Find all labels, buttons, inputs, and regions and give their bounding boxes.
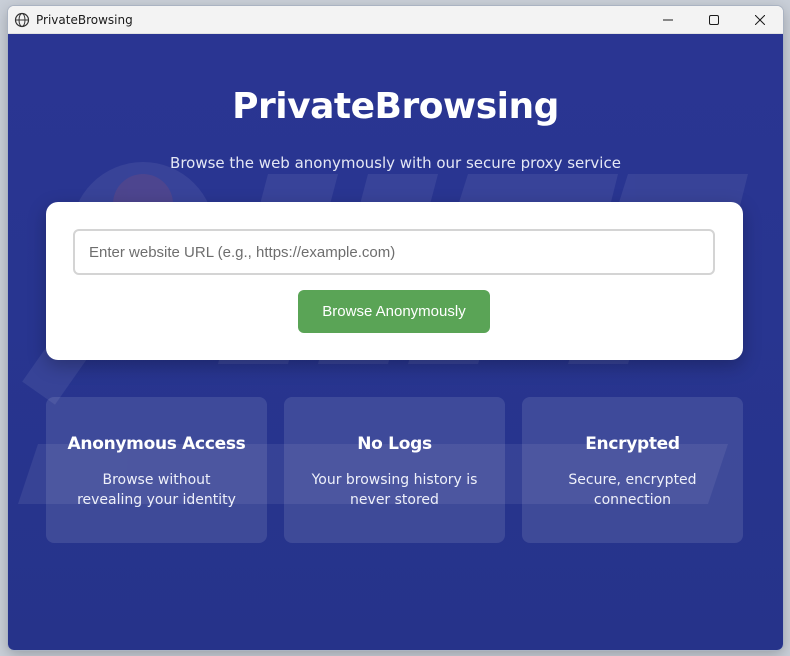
browse-anonymously-button[interactable]: Browse Anonymously [298, 290, 490, 333]
feature-description: Secure, encrypted connection [568, 472, 697, 508]
minimize-button[interactable] [645, 6, 691, 34]
feature-title: No Logs [357, 434, 432, 454]
feature-card-no-logs: No Logs Your browsing history is never s… [284, 397, 505, 543]
title-bar[interactable]: PrivateBrowsing [8, 6, 783, 34]
window-title: PrivateBrowsing [36, 12, 133, 27]
feature-description: Your browsing history is never stored [311, 472, 478, 508]
page-title: PrivateBrowsing [232, 86, 559, 127]
close-button[interactable] [737, 6, 783, 34]
window-controls [645, 6, 783, 34]
app-globe-icon [14, 12, 30, 28]
minimize-icon [663, 19, 673, 21]
app-window: PrivateBrowsing PrivateBrowsing Browse t… [8, 6, 783, 650]
page-subtitle: Browse the web anonymously with our secu… [170, 154, 621, 172]
close-icon [755, 15, 765, 25]
feature-title: Anonymous Access [67, 434, 246, 454]
url-card: Browse Anonymously [46, 202, 743, 360]
feature-description: Browse without revealing your identity [77, 472, 236, 508]
feature-card-encrypted: Encrypted Secure, encrypted connection [522, 397, 743, 543]
maximize-button[interactable] [691, 6, 737, 34]
feature-list: Anonymous Access Browse without revealin… [46, 397, 743, 543]
url-input[interactable] [73, 229, 715, 275]
maximize-icon [709, 15, 719, 25]
main-content: PrivateBrowsing Browse the web anonymous… [8, 34, 783, 650]
feature-title: Encrypted [585, 434, 680, 454]
feature-card-anonymous-access: Anonymous Access Browse without revealin… [46, 397, 267, 543]
